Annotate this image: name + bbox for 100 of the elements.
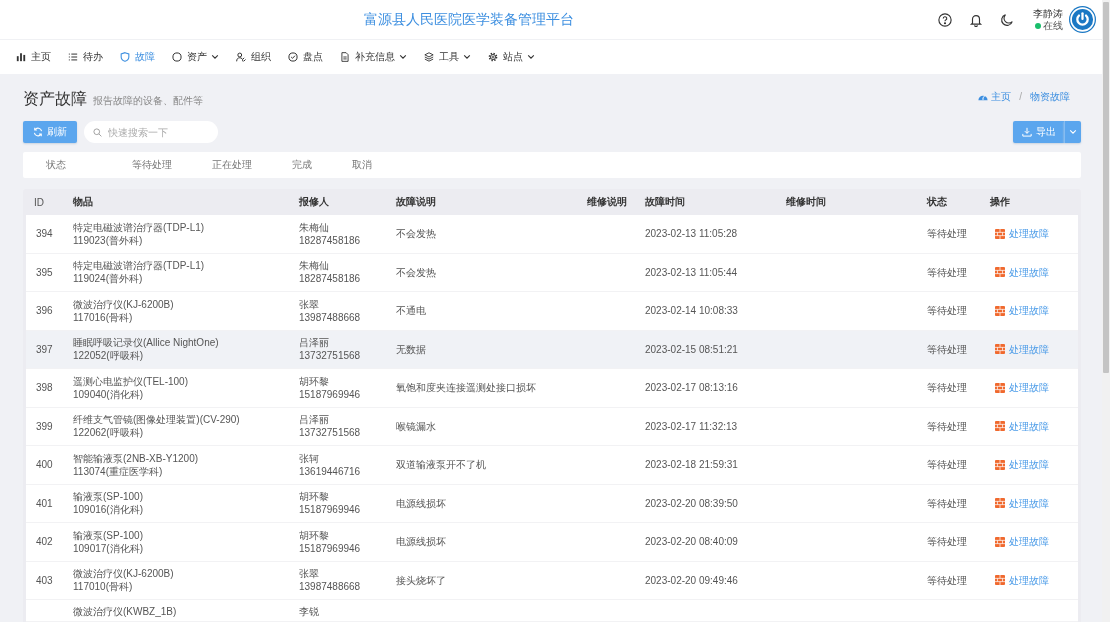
fault-description: 双道输液泵开不了机 [396,458,486,472]
reporter-phone: 13732751568 [299,426,361,440]
check-circle-icon [288,52,298,62]
item-name: 输液泵(SP-100) [73,490,143,504]
brick-wall-icon [995,421,1005,432]
item-name: 纤维支气管镜(图像处理装置)(CV-290) [73,413,240,427]
column-header: ID [33,196,45,208]
user-status: 在线 [1043,19,1063,32]
item-name: 遥测心电监护仪(TEL-100) [73,374,188,388]
fault-time: 2023-02-20 09:49:46 [645,573,738,587]
process-fault-link[interactable]: 处理故障 [995,342,1049,356]
dropdown-toggle-button[interactable] [1064,121,1081,143]
fault-description: 接头烧坏了 [396,573,446,587]
item-code: 117016(骨科) [73,310,133,324]
moon-icon[interactable] [1000,12,1014,27]
reporter-phone: 15187969946 [299,541,361,555]
item-code: 109040(消化科) [73,387,144,401]
fault-description: 氧饱和度夹连接遥测处接口损坏 [396,381,536,395]
reporter-phone: 15187969946 [299,387,361,401]
fault-description: 电源线损坏 [396,535,446,549]
avatar-icon[interactable] [1069,6,1096,33]
process-fault-link[interactable]: 处理故障 [995,573,1049,587]
filter-label: 状态 [46,158,66,172]
row-id: 395 [36,265,53,279]
row-id: 398 [36,381,53,395]
column-header: 操作 [990,195,1011,209]
status-text: 等待处理 [927,342,967,356]
breadcrumb-link[interactable]: 物资故障 [1030,89,1070,104]
help-icon[interactable] [938,12,952,27]
column-header: 物品 [73,195,94,209]
brick-wall-icon [995,498,1005,509]
user-name: 李静涛 [1033,7,1063,20]
breadcrumb-link[interactable]: 主页 [978,89,1012,104]
row-id: 402 [36,535,53,549]
brick-wall-icon [995,382,1005,393]
circle-icon [172,52,182,62]
reporter-phone: 13619446716 [299,464,361,478]
item-code: 119024(普外科) [73,272,143,286]
bell-icon[interactable] [969,12,983,27]
filter-option[interactable]: 正在处理 [212,158,252,172]
item-code: 122062(呼吸科) [73,426,144,440]
status-text: 等待处理 [927,573,967,587]
item-code: 119023(普外科) [73,233,143,247]
fault-description: 不会发热 [396,227,436,241]
reporter-name: 朱梅仙 [299,259,329,273]
fault-description: 喉镜漏水 [396,419,436,433]
reporter-name: 张翠 [299,297,319,311]
column-header: 状态 [927,195,948,209]
app-title: 富源县人民医院医学装备管理平台 [363,10,575,29]
brick-wall-icon [995,575,1005,586]
nav-item[interactable]: 盘点 [288,50,323,64]
item-name: 特定电磁波谱治疗器(TDP-L1) [73,259,205,273]
reporter-phone: 13987488668 [299,310,361,324]
reporter-name: 吕泽丽 [299,336,329,350]
process-fault-link[interactable]: 处理故障 [995,458,1049,472]
nav-item[interactable]: 组织 [236,50,271,64]
nav-item[interactable]: 故障 [120,50,155,64]
status-text: 等待处理 [927,265,967,279]
fault-description: 无数据 [396,342,426,356]
column-header: 故障时间 [645,195,686,209]
process-fault-link[interactable]: 处理故障 [995,535,1049,549]
page-subtitle: 报告故障的设备、配件等 [93,93,203,108]
filter-option[interactable]: 等待处理 [132,158,172,172]
refresh-button[interactable]: 刷新 [23,121,77,143]
fault-time: 2023-02-17 11:32:13 [645,419,738,433]
nav-item[interactable]: 站点 [488,50,535,64]
list-icon [68,52,78,62]
reporter-name: 张轲 [299,451,319,465]
process-fault-link[interactable]: 处理故障 [995,265,1049,279]
reporter-name: 胡环黎 [299,528,329,542]
filter-option[interactable]: 取消 [352,158,372,172]
scrollbar-thumb[interactable] [1103,2,1109,373]
fault-time: 2023-02-14 10:08:33 [645,304,738,318]
nav-item[interactable]: 主页 [16,50,51,64]
brick-wall-icon [995,228,1005,239]
nav-item[interactable]: 资产 [172,50,219,64]
fault-time: 2023-02-13 11:05:28 [645,227,738,241]
process-fault-link[interactable]: 处理故障 [995,304,1049,318]
item-name: 微波治疗仪(KJ-6200B) [73,567,174,581]
nav-item[interactable]: 补充信息 [340,50,407,64]
export-button[interactable]: 导出 [1013,121,1064,143]
column-header: 维修时间 [786,195,827,209]
column-header: 报修人 [299,195,330,209]
brick-wall-icon [995,536,1005,547]
nav-item[interactable]: 待办 [68,50,103,64]
refresh-icon [33,127,43,137]
item-code: 109017(消化科) [73,541,144,555]
process-fault-link[interactable]: 处理故障 [995,381,1049,395]
reporter-phone: 18287458186 [299,272,361,286]
search-icon [93,127,102,137]
reporter-phone: 13987488668 [299,580,361,594]
process-fault-link[interactable]: 处理故障 [995,419,1049,433]
nav-item[interactable]: 工具 [424,50,471,64]
breadcrumb-separator: / [1019,91,1022,102]
process-fault-link[interactable]: 处理故障 [995,496,1049,510]
fault-description: 不会发热 [396,265,436,279]
brick-wall-icon [995,344,1005,355]
filter-option[interactable]: 完成 [292,158,312,172]
row-id: 399 [36,419,53,433]
process-fault-link[interactable]: 处理故障 [995,227,1049,241]
